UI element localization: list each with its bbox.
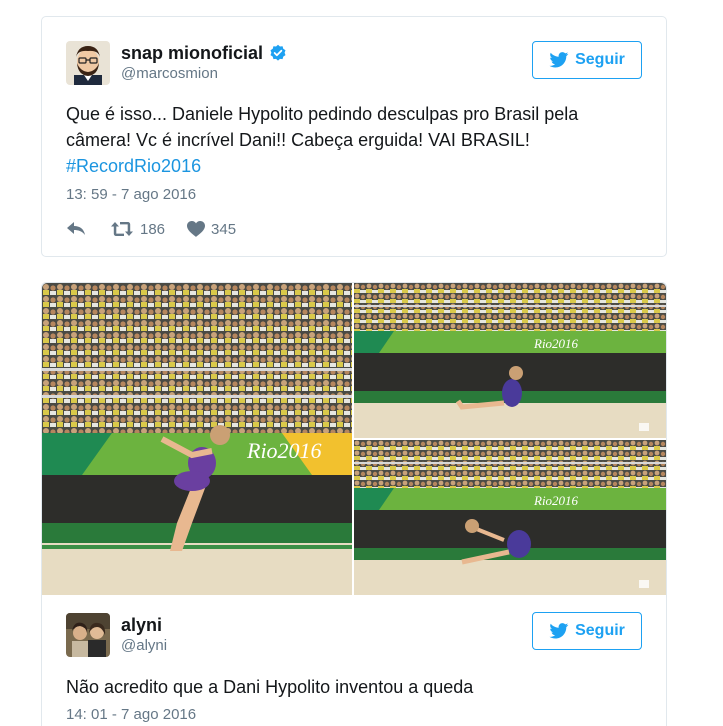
tweet-text-line: Que é isso... Daniele Hypolito pedindo d… (66, 104, 579, 124)
user-handle[interactable]: @marcosmion (121, 65, 287, 83)
rio2016-banner-text: Rio2016 (533, 493, 579, 508)
follow-button[interactable]: Seguir (532, 612, 642, 650)
like-count: 345 (211, 220, 237, 238)
follow-label: Seguir (575, 51, 625, 68)
retweet-button[interactable]: 186 (110, 221, 165, 238)
reply-icon (67, 222, 85, 235)
timestamp[interactable]: 14: 01 - 7 ago 2016 (66, 706, 196, 723)
like-button[interactable]: 345 (187, 221, 236, 238)
user-names: snap mionoficial @marcosmion (121, 43, 287, 83)
follow-label: Seguir (575, 622, 625, 639)
retweet-icon (111, 222, 133, 236)
gymnast-sliding-photo[interactable]: Rio2016 (354, 440, 666, 595)
timestamp[interactable]: 13: 59 - 7 ago 2016 (66, 186, 196, 203)
display-name[interactable]: snap mionoficial (121, 43, 263, 63)
heart-icon (187, 221, 206, 237)
user-handle[interactable]: @alyni (121, 637, 167, 655)
tweet-card: snap mionoficial @marcosmion Seguir Que … (41, 16, 667, 257)
tweet-header: snap mionoficial @marcosmion (66, 41, 287, 85)
twitter-bird-icon (549, 623, 569, 639)
display-name-row: snap mionoficial (121, 43, 287, 63)
rio2016-banner-text: Rio2016 (246, 438, 322, 463)
tweet-header: alyni @alyni (66, 613, 167, 657)
follow-button[interactable]: Seguir (532, 41, 642, 79)
twitter-bird-icon (549, 52, 569, 68)
user-names: alyni @alyni (121, 615, 167, 655)
verified-badge-icon (270, 44, 286, 61)
reply-button[interactable] (66, 221, 86, 237)
hashtag-link[interactable]: #RecordRio2016 (66, 153, 642, 179)
tweet-actions: 186 345 (66, 219, 236, 239)
retweet-count: 186 (140, 220, 166, 238)
tweet-text: Não acredito que a Dani Hypolito invento… (66, 677, 474, 697)
tweet-text: Que é isso... Daniele Hypolito pedindo d… (66, 101, 642, 179)
rio2016-banner-text: Rio2016 (533, 336, 579, 351)
gymnast-seated-photo[interactable]: Rio2016 (354, 283, 666, 438)
media-grid: Rio2016 Rio2016 Rio2016 (42, 283, 666, 595)
tweet-text-line: câmera! Vc é incrível Dani!! Cabeça ergu… (66, 130, 530, 150)
tweet-card: Rio2016 Rio2016 Rio2016 alyni @alyni Seg… (41, 282, 667, 726)
avatar[interactable] (66, 613, 110, 657)
display-name[interactable]: alyni (121, 615, 167, 635)
avatar[interactable] (66, 41, 110, 85)
gymnast-leaping-photo[interactable]: Rio2016 (42, 283, 352, 595)
